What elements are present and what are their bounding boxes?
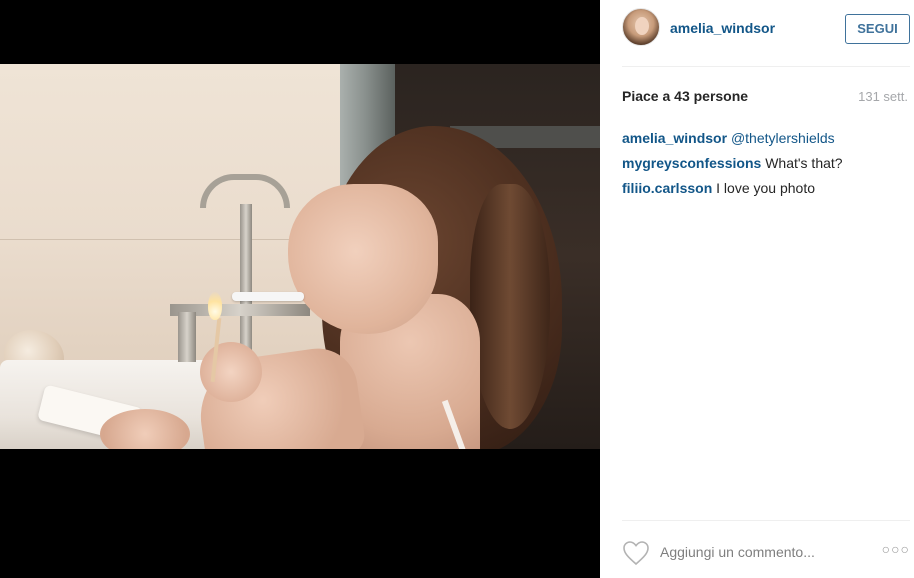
post-sidebar: amelia_windsor SEGUI Piace a 43 persone … <box>600 0 914 578</box>
comment-username[interactable]: amelia_windsor <box>622 130 727 146</box>
comment-list: amelia_windsor @thetylershields mygreysc… <box>622 126 910 201</box>
comment-item: amelia_windsor @thetylershields <box>622 126 910 151</box>
comment-item: filiio.carlsson I love you photo <box>622 176 910 201</box>
photo-hand <box>200 342 262 402</box>
post-header: amelia_windsor SEGUI <box>622 8 910 48</box>
footer-divider <box>622 520 910 521</box>
comment-text: I love you photo <box>716 180 815 196</box>
post-photo[interactable] <box>0 64 600 449</box>
author-username[interactable]: amelia_windsor <box>670 20 775 36</box>
heart-icon[interactable] <box>622 540 650 566</box>
photo-flame <box>208 292 222 320</box>
photo-toothbrush <box>232 292 304 301</box>
header-divider <box>622 66 910 67</box>
comment-username[interactable]: filiio.carlsson <box>622 180 712 196</box>
photo-ponytail <box>470 184 550 429</box>
comment-text: What's that? <box>765 155 843 171</box>
post-footer: ○○○ <box>622 536 910 570</box>
comment-mention[interactable]: @thetylershields <box>731 130 835 146</box>
comment-username[interactable]: mygreysconfessions <box>622 155 761 171</box>
follow-button[interactable]: SEGUI <box>845 14 910 44</box>
photo-tap-leg <box>178 312 196 362</box>
likes-count[interactable]: Piace a 43 persone <box>622 88 748 104</box>
comment-input[interactable] <box>660 541 860 563</box>
post-age[interactable]: 131 sett. <box>858 89 908 104</box>
avatar[interactable] <box>622 8 660 46</box>
avatar-face <box>635 17 649 35</box>
comment-item: mygreysconfessions What's that? <box>622 151 910 176</box>
more-options-icon[interactable]: ○○○ <box>882 541 910 557</box>
post-media <box>0 0 600 578</box>
